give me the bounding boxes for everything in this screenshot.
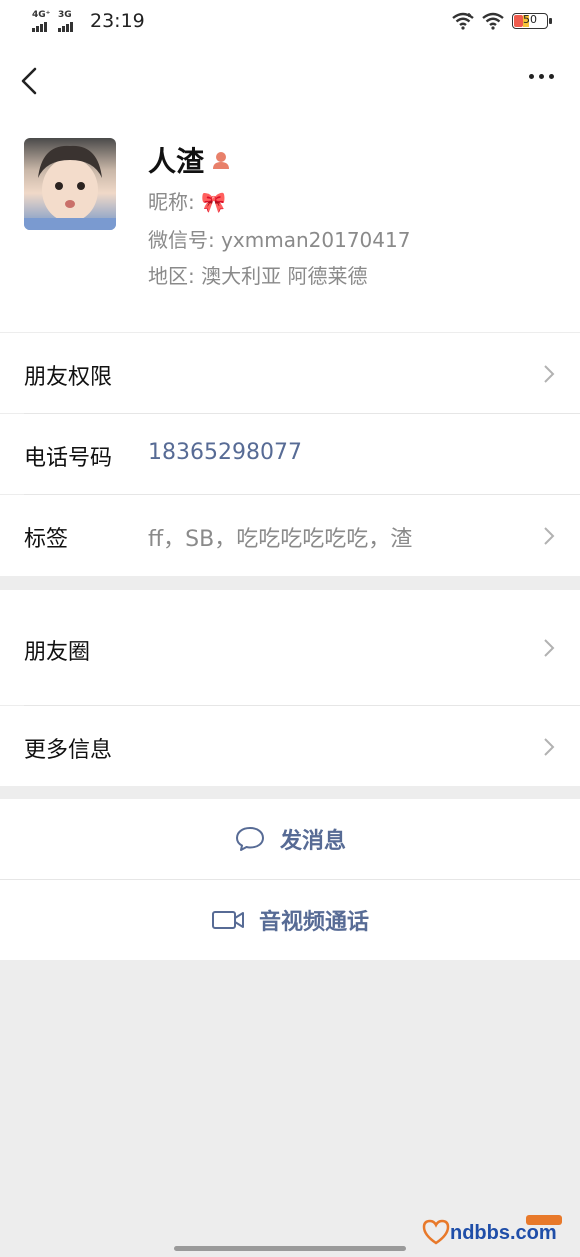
video-camera-icon: [211, 911, 244, 929]
phone-label: 电话号码: [24, 446, 113, 471]
tags-value: ff，SB，吃吃吃吃吃吃，渣: [148, 527, 413, 552]
battery-level: 50: [523, 13, 537, 26]
status-left: 4G⁺ 3G 23:19: [32, 10, 145, 32]
forum-watermark-logo: ndbbs.com: [414, 1215, 564, 1249]
profile-header: 人渣 昵称: 🎀 微信号: yxmman20170417 地区: 澳大利亚 阿德…: [0, 118, 580, 332]
chat-bubble-icon: [235, 827, 264, 851]
chevron-right-icon: [544, 527, 555, 545]
send-message-button[interactable]: 发消息: [0, 799, 580, 879]
status-time: 23:19: [90, 10, 145, 32]
nickname-row: 昵称: 🎀: [148, 186, 226, 215]
network-type-2: 3G: [58, 10, 72, 20]
home-indicator[interactable]: [174, 1246, 406, 1251]
tags-label: 标签: [24, 527, 69, 552]
nickname-value: 🎀: [201, 190, 227, 214]
cell-signal-icon: 4G⁺: [32, 10, 54, 32]
female-gender-icon: [213, 152, 230, 169]
more-options-icon[interactable]: [529, 74, 554, 79]
nickname-label: 昵称:: [148, 190, 195, 214]
video-call-label: 音视频通话: [258, 910, 369, 935]
friend-permissions-row[interactable]: 朋友权限: [0, 333, 580, 413]
status-bar: 4G⁺ 3G 23:19 50: [0, 0, 580, 46]
chevron-right-icon: [544, 738, 555, 756]
phone-row[interactable]: 电话号码 18365298077: [0, 414, 580, 494]
phone-number[interactable]: 18365298077: [148, 440, 302, 465]
video-call-button[interactable]: 音视频通话: [0, 880, 580, 960]
back-arrow-icon[interactable]: [16, 64, 44, 98]
wifi-icon-2: [482, 12, 504, 30]
avatar[interactable]: [24, 138, 116, 230]
wechat-id[interactable]: 微信号: yxmman20170417: [148, 224, 410, 253]
moments-row[interactable]: 朋友圈: [0, 590, 580, 705]
watermark-text: ndbbs.com: [450, 1222, 557, 1244]
status-right: 50: [452, 12, 552, 30]
cell-signal-icon-2: 3G: [58, 10, 80, 32]
chevron-right-icon: [544, 639, 555, 657]
contact-name: 人渣: [148, 140, 232, 180]
network-type-1: 4G⁺: [32, 10, 51, 20]
more-info-label: 更多信息: [24, 738, 113, 763]
battery-icon: 50: [512, 13, 552, 29]
friend-permissions-label: 朋友权限: [24, 365, 113, 390]
wifi-icon: [452, 12, 474, 30]
region: 地区: 澳大利亚 阿德莱德: [148, 264, 368, 288]
moments-label: 朋友圈: [24, 640, 91, 665]
nav-bar: [0, 46, 580, 118]
tags-row[interactable]: 标签 ff，SB，吃吃吃吃吃吃，渣: [0, 495, 580, 576]
more-info-row[interactable]: 更多信息: [0, 706, 580, 786]
chevron-right-icon: [544, 365, 555, 383]
send-message-label: 发消息: [279, 829, 346, 854]
contact-name-text: 人渣: [148, 145, 205, 178]
